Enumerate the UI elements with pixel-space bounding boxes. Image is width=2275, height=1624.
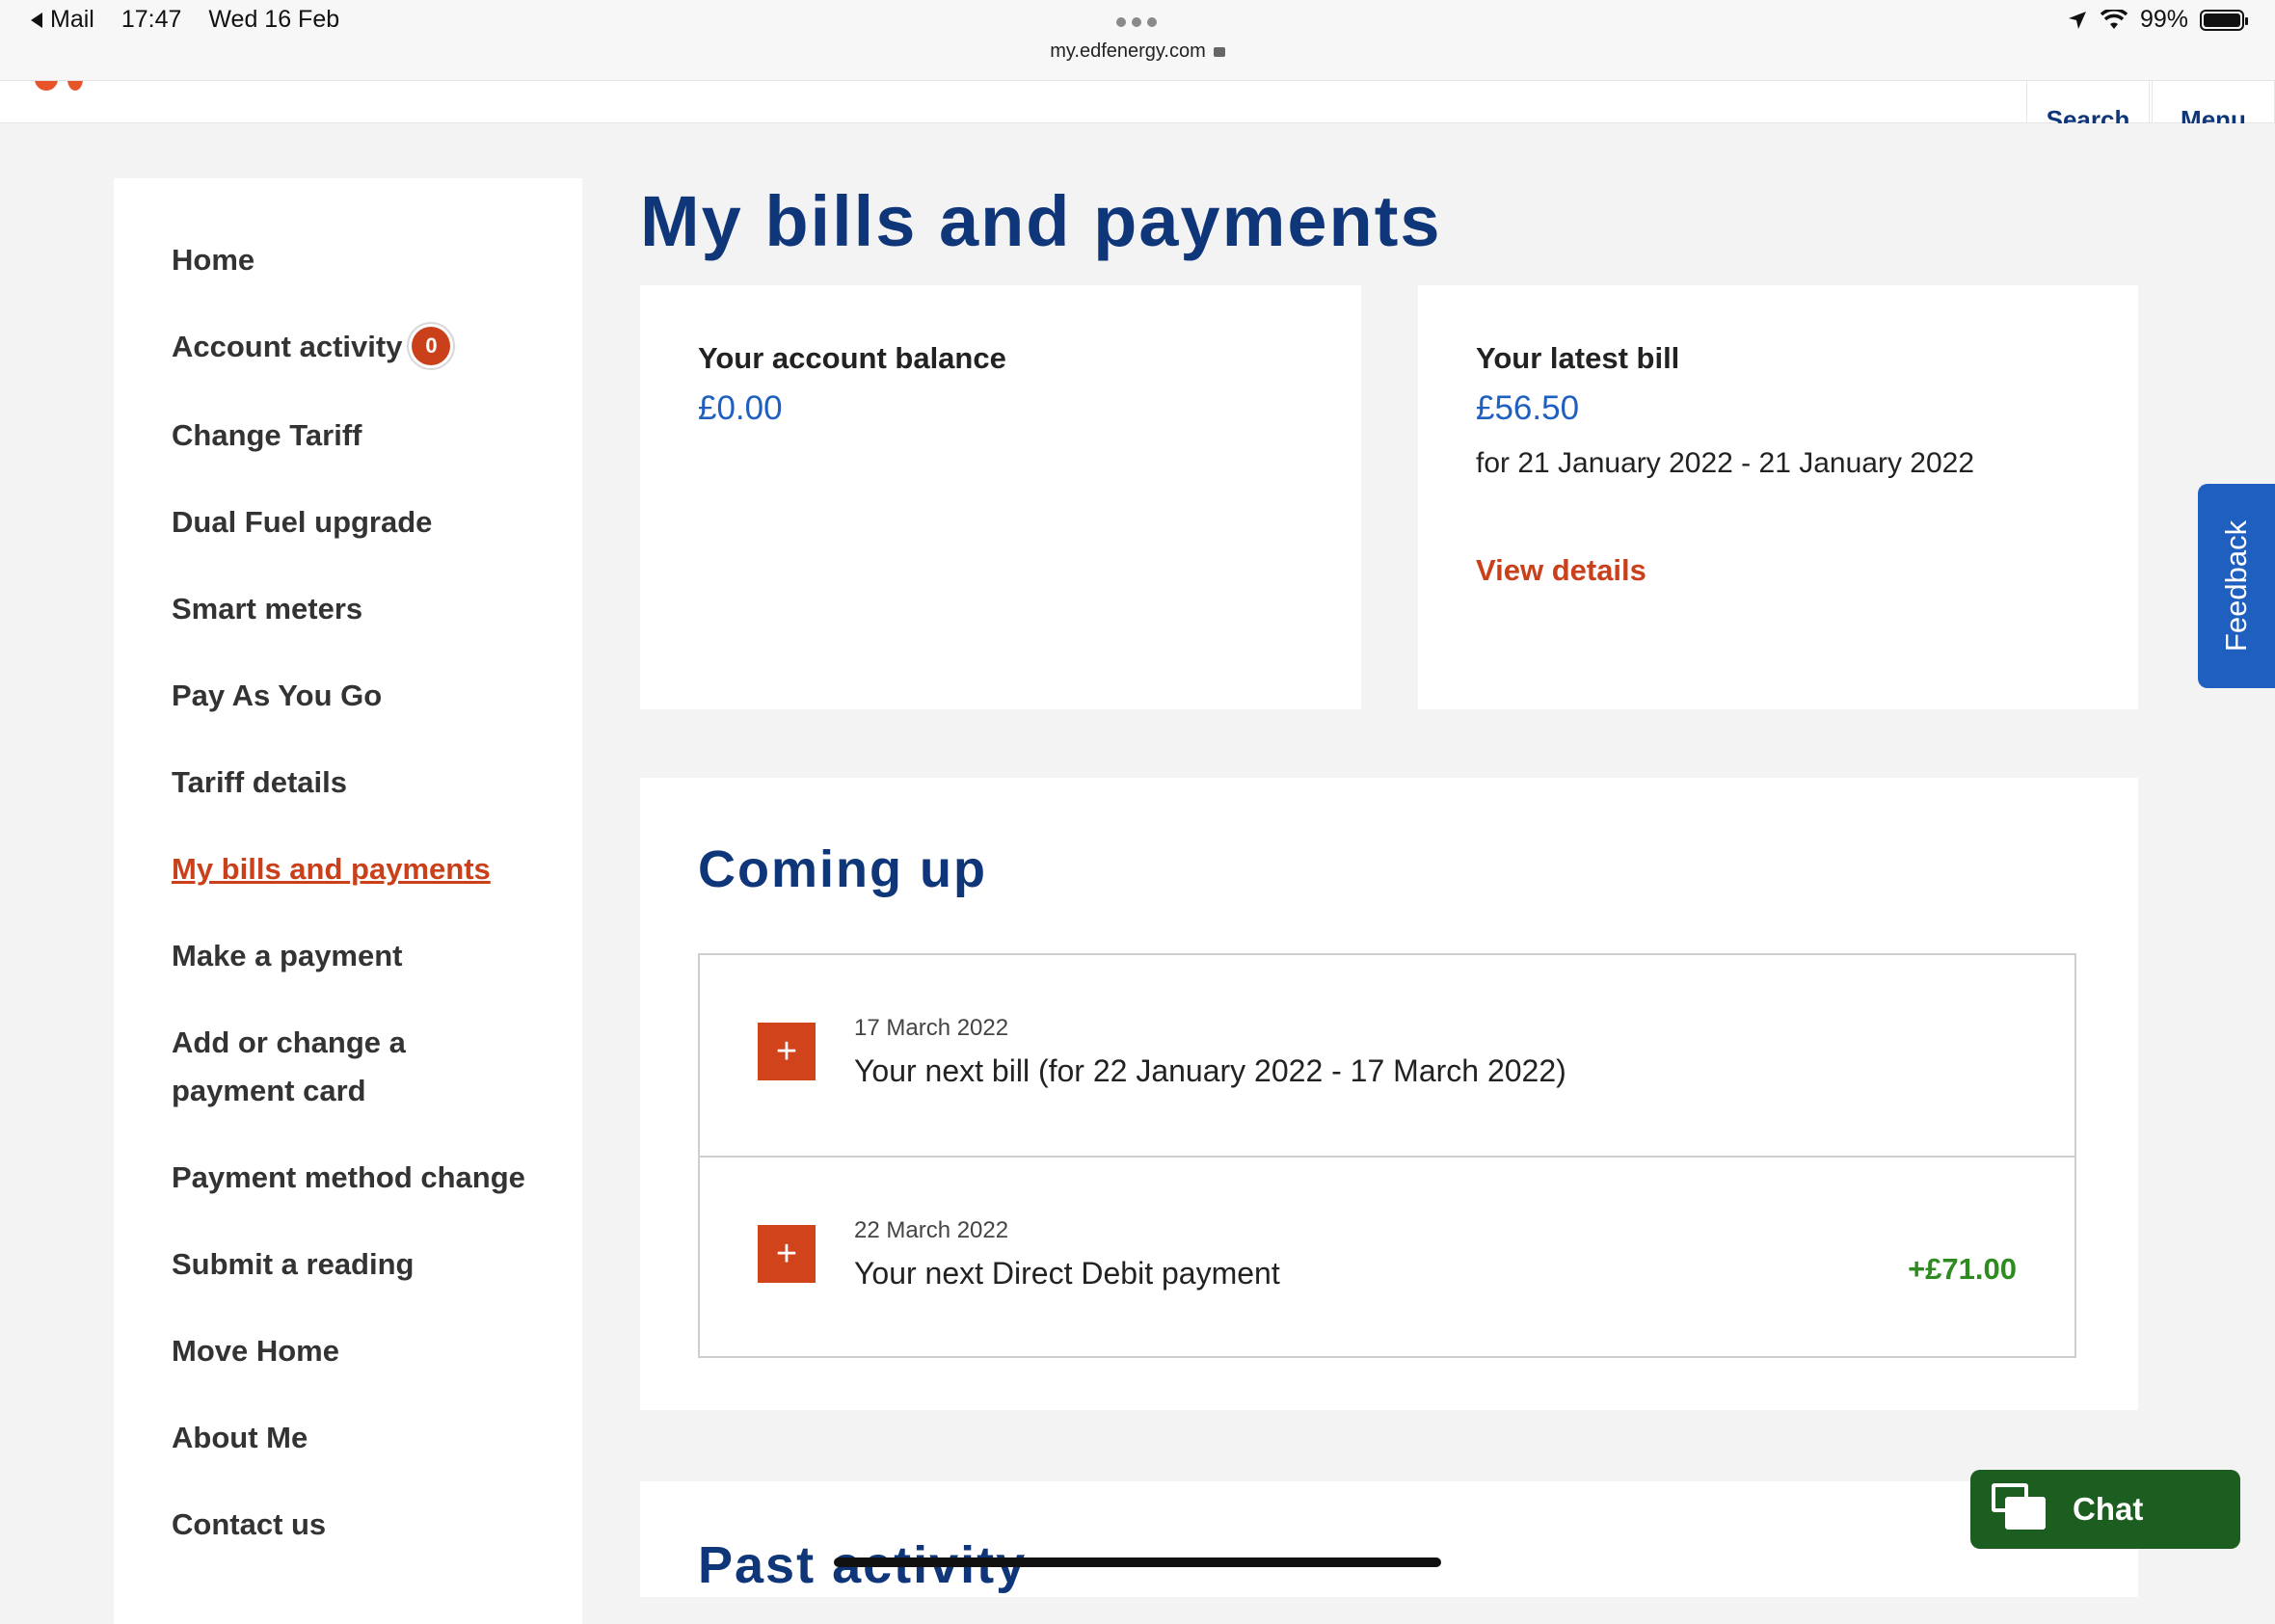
status-right: 99% — [2067, 6, 2248, 34]
item-date: 17 March 2022 — [854, 1015, 1009, 1041]
account-balance-card: Your account balance £0.00 — [640, 285, 1361, 709]
status-left: Mail 17:47 Wed 16 Feb — [31, 6, 339, 34]
menu-button[interactable]: Menu — [2152, 81, 2275, 123]
sidebar-nav: Home Account activity 0 Change Tariff Dua… — [114, 178, 582, 1624]
notification-badge: 0 — [412, 326, 451, 365]
page-title: My bills and payments — [640, 181, 1442, 261]
multitasking-dots-icon[interactable] — [1116, 17, 1157, 27]
sidebar-item-move-home[interactable]: Move Home — [172, 1327, 339, 1375]
sidebar-item-home[interactable]: Home — [172, 236, 254, 284]
view-details-link[interactable]: View details — [1476, 553, 1646, 588]
latest-bill-period: for 21 January 2022 - 21 January 2022 — [1476, 447, 1975, 479]
url-text: my.edfenergy.com — [1050, 40, 1206, 62]
site-header: Search Menu — [0, 81, 2275, 123]
back-app-label: Mail — [50, 6, 94, 33]
sidebar-item-about-me[interactable]: About Me — [172, 1414, 308, 1462]
location-icon — [2068, 11, 2086, 29]
lock-icon — [1213, 47, 1225, 57]
past-activity-section: Past activity — [640, 1481, 2138, 1597]
sidebar-item-dual-fuel-upgrade[interactable]: Dual Fuel upgrade — [172, 498, 432, 546]
battery-icon — [2200, 9, 2248, 31]
feedback-tab[interactable]: Feedback — [2198, 484, 2275, 688]
home-indicator[interactable] — [834, 1557, 1441, 1567]
sidebar-item-my-bills-and-payments[interactable]: My bills and payments — [172, 845, 491, 893]
sidebar-item-pay-as-you-go[interactable]: Pay As You Go — [172, 672, 382, 720]
sidebar-item-account-activity[interactable]: Account activity 0 — [172, 323, 451, 371]
search-button[interactable]: Search — [2026, 81, 2150, 123]
item-description: Your next bill (for 22 January 2022 - 17… — [854, 1053, 1566, 1088]
status-bar: Mail 17:47 Wed 16 Feb my.edfenergy.com 9… — [0, 0, 2275, 81]
latest-bill-value: £56.50 — [1476, 389, 1580, 427]
list-item: + 22 March 2022 Your next Direct Debit p… — [700, 1156, 2074, 1356]
address-bar[interactable]: my.edfenergy.com — [0, 40, 2275, 63]
status-time: 17:47 — [120, 6, 182, 33]
sidebar-item-smart-meters[interactable]: Smart meters — [172, 585, 362, 633]
sidebar-item-payment-method-change[interactable]: Payment method change — [172, 1154, 525, 1202]
item-amount: +£71.00 — [1908, 1252, 2017, 1286]
item-date: 22 March 2022 — [854, 1217, 1009, 1243]
back-to-app-link[interactable]: Mail — [31, 6, 94, 34]
sidebar-item-submit-a-reading[interactable]: Submit a reading — [172, 1240, 414, 1289]
upcoming-list: + 17 March 2022 Your next bill (for 22 J… — [698, 953, 2076, 1358]
expand-plus-icon[interactable]: + — [758, 1023, 816, 1080]
sidebar-item-change-tariff[interactable]: Change Tariff — [172, 412, 362, 460]
account-balance-label: Your account balance — [698, 341, 1006, 375]
chat-bubbles-icon — [1992, 1483, 2048, 1535]
sidebar-item-add-or-change-payment-card[interactable]: Add or change a payment card — [172, 1019, 406, 1115]
status-date: Wed 16 Feb — [208, 6, 340, 33]
account-balance-value: £0.00 — [698, 389, 783, 427]
latest-bill-label: Your latest bill — [1476, 341, 1680, 375]
battery-percent: 99% — [2139, 6, 2188, 33]
back-arrow-icon — [31, 12, 42, 28]
latest-bill-card: Your latest bill £56.50 for 21 January 2… — [1418, 285, 2138, 709]
expand-plus-icon[interactable]: + — [758, 1225, 816, 1283]
edf-logo[interactable] — [35, 81, 93, 91]
coming-up-section: Coming up + 17 March 2022 Your next bill… — [640, 778, 2138, 1410]
chat-button[interactable]: Chat — [1970, 1470, 2240, 1549]
sidebar-item-make-a-payment[interactable]: Make a payment — [172, 932, 403, 980]
coming-up-title: Coming up — [698, 840, 987, 898]
sidebar-item-contact-us[interactable]: Contact us — [172, 1501, 326, 1549]
item-description: Your next Direct Debit payment — [854, 1256, 1280, 1291]
chat-label: Chat — [2073, 1491, 2144, 1527]
wifi-icon — [2100, 9, 2128, 29]
sidebar-item-tariff-details[interactable]: Tariff details — [172, 759, 347, 807]
list-item: + 17 March 2022 Your next bill (for 22 J… — [700, 955, 2074, 1156]
